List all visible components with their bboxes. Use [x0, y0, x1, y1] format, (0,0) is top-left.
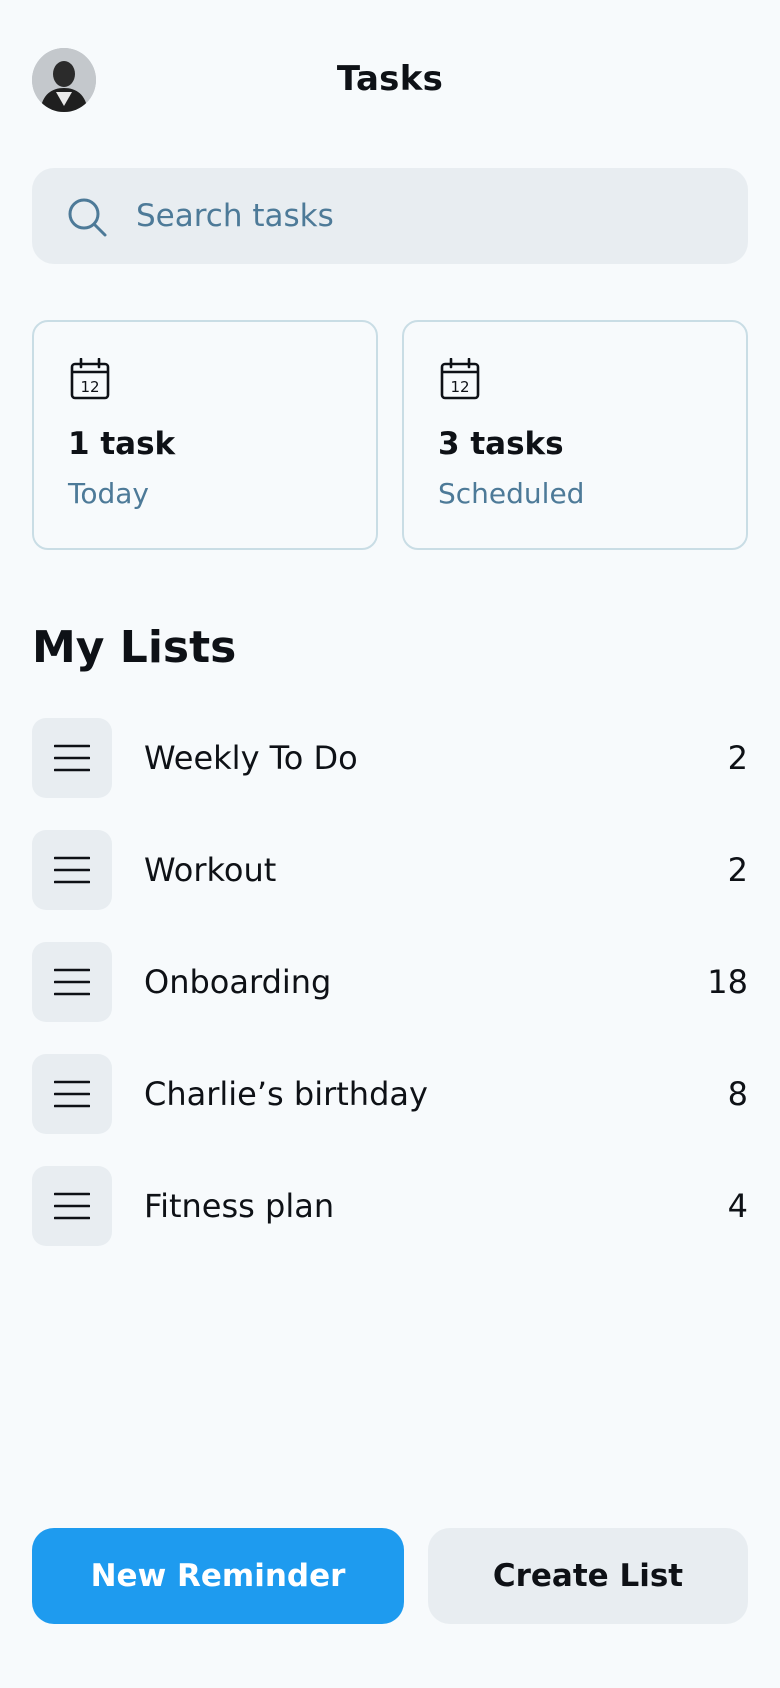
list-count: 2 [727, 739, 748, 777]
today-count: 1 task [68, 426, 176, 462]
search-input[interactable] [136, 190, 716, 242]
list-count: 4 [727, 1187, 748, 1225]
list-count: 8 [727, 1075, 748, 1113]
list-icon-box [32, 1166, 112, 1246]
list-icon [54, 744, 90, 772]
scheduled-count: 3 tasks [438, 426, 564, 462]
list-count: 2 [727, 851, 748, 889]
list-item[interactable]: Fitness plan 4 [32, 1166, 748, 1246]
today-card[interactable]: 12 1 task Today [32, 320, 378, 550]
today-label: Today [68, 477, 149, 510]
list-icon [54, 1192, 90, 1220]
header: Tasks [0, 0, 780, 160]
list-item[interactable]: Workout 2 [32, 830, 748, 910]
list-name: Weekly To Do [144, 739, 358, 777]
list-icon-box [32, 718, 112, 798]
search-icon [68, 198, 107, 237]
list-icon-box [32, 1054, 112, 1134]
create-list-button[interactable]: Create List [428, 1528, 748, 1624]
new-reminder-button[interactable]: New Reminder [32, 1528, 404, 1624]
list-name: Fitness plan [144, 1187, 335, 1225]
svg-text:12: 12 [80, 378, 99, 396]
list-item[interactable]: Charlie’s birthday 8 [32, 1054, 748, 1134]
list-count: 18 [707, 963, 748, 1001]
search-bar[interactable] [32, 168, 748, 264]
list-icon [54, 1080, 90, 1108]
page-title: Tasks [336, 59, 444, 99]
list-icon [54, 856, 90, 884]
list-item[interactable]: Onboarding 18 [32, 942, 748, 1022]
list-name: Onboarding [144, 963, 332, 1001]
scheduled-label: Scheduled [438, 477, 585, 510]
list-name: Charlie’s birthday [144, 1075, 428, 1113]
scheduled-card[interactable]: 12 3 tasks Scheduled [402, 320, 748, 550]
my-lists-title: My Lists [32, 622, 237, 673]
list-item[interactable]: Weekly To Do 2 [32, 718, 748, 798]
list-name: Workout [144, 851, 277, 889]
list-icon-box [32, 830, 112, 910]
calendar-icon: 12 [70, 358, 110, 400]
list-icon [54, 968, 90, 996]
calendar-icon: 12 [440, 358, 480, 400]
svg-text:12: 12 [450, 378, 469, 396]
list-icon-box [32, 942, 112, 1022]
